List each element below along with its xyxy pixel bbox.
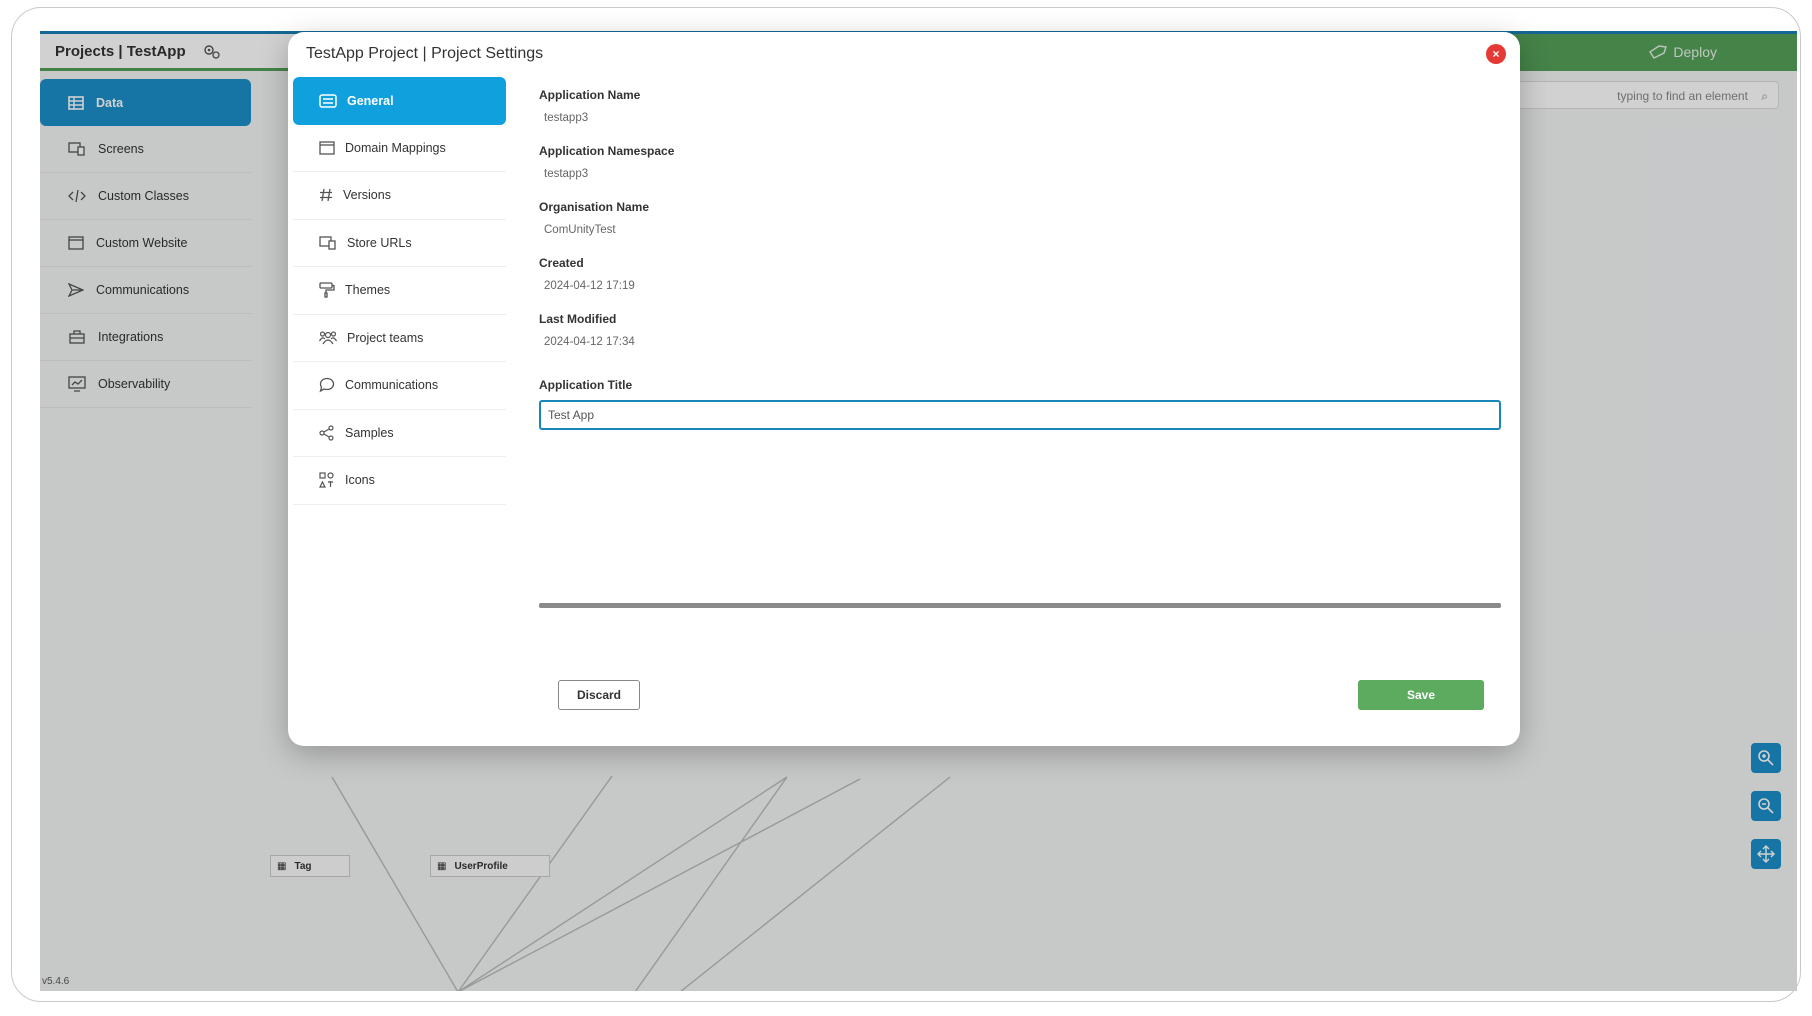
- tab-store-urls[interactable]: Store URLs: [293, 220, 506, 267]
- tab-communications[interactable]: Communications: [293, 362, 506, 410]
- tab-themes[interactable]: Themes: [293, 267, 506, 315]
- nav-item-label: Project teams: [347, 330, 424, 345]
- close-button[interactable]: ×: [1486, 44, 1506, 64]
- nav-item-label: Domain Mappings: [345, 140, 446, 155]
- nav-item-label: Icons: [345, 473, 375, 488]
- modal-title: TestApp Project | Project Settings: [306, 45, 544, 62]
- team-icon: [319, 331, 337, 345]
- tab-project-teams[interactable]: Project teams: [293, 315, 506, 362]
- project-settings-modal: TestApp Project | Project Settings × Gen…: [288, 32, 1520, 746]
- general-settings-form: Application Name testapp3 Application Na…: [539, 88, 1501, 430]
- settings-nav: General Domain Mappings Versions Store U…: [293, 77, 506, 505]
- org-name-label: Organisation Name: [539, 200, 650, 214]
- devices-icon: [319, 236, 336, 250]
- form-scrollbar[interactable]: [539, 603, 1501, 608]
- share-icon: [319, 425, 334, 441]
- nav-item-label: Communications: [345, 378, 439, 393]
- app-title-label: Application Title: [539, 378, 633, 392]
- icons-icon: [319, 472, 334, 488]
- tab-samples[interactable]: Samples: [293, 410, 506, 457]
- nav-item-label: Versions: [343, 188, 391, 203]
- org-name-value: ComUnityTest: [544, 224, 616, 236]
- nav-item-label: Themes: [345, 283, 391, 298]
- list-icon: [319, 94, 337, 108]
- window-icon: [319, 141, 335, 155]
- discard-button[interactable]: Discard: [558, 680, 640, 710]
- created-value: 2024-04-12 17:19: [544, 280, 635, 292]
- app-namespace-value: testapp3: [544, 168, 589, 180]
- last-modified-value: 2024-04-12 17:34: [544, 336, 635, 348]
- nav-item-label: General: [347, 93, 394, 108]
- last-modified-label: Last Modified: [539, 312, 617, 326]
- paint-roller-icon: [319, 282, 335, 298]
- app-name-value: testapp3: [544, 112, 589, 124]
- app-name-label: Application Name: [539, 88, 641, 102]
- tab-versions[interactable]: Versions: [293, 172, 506, 220]
- app-title-input[interactable]: [539, 400, 1501, 430]
- nav-item-label: Samples: [345, 425, 394, 440]
- created-label: Created: [539, 256, 584, 270]
- chat-bubble-icon: [319, 378, 335, 393]
- nav-item-label: Store URLs: [347, 235, 412, 250]
- tab-general[interactable]: General: [293, 77, 506, 125]
- app-namespace-label: Application Namespace: [539, 144, 675, 158]
- hash-icon: [320, 189, 332, 202]
- save-button[interactable]: Save: [1358, 680, 1484, 710]
- tab-icons[interactable]: Icons: [293, 457, 506, 505]
- tab-domain-mappings[interactable]: Domain Mappings: [293, 125, 506, 172]
